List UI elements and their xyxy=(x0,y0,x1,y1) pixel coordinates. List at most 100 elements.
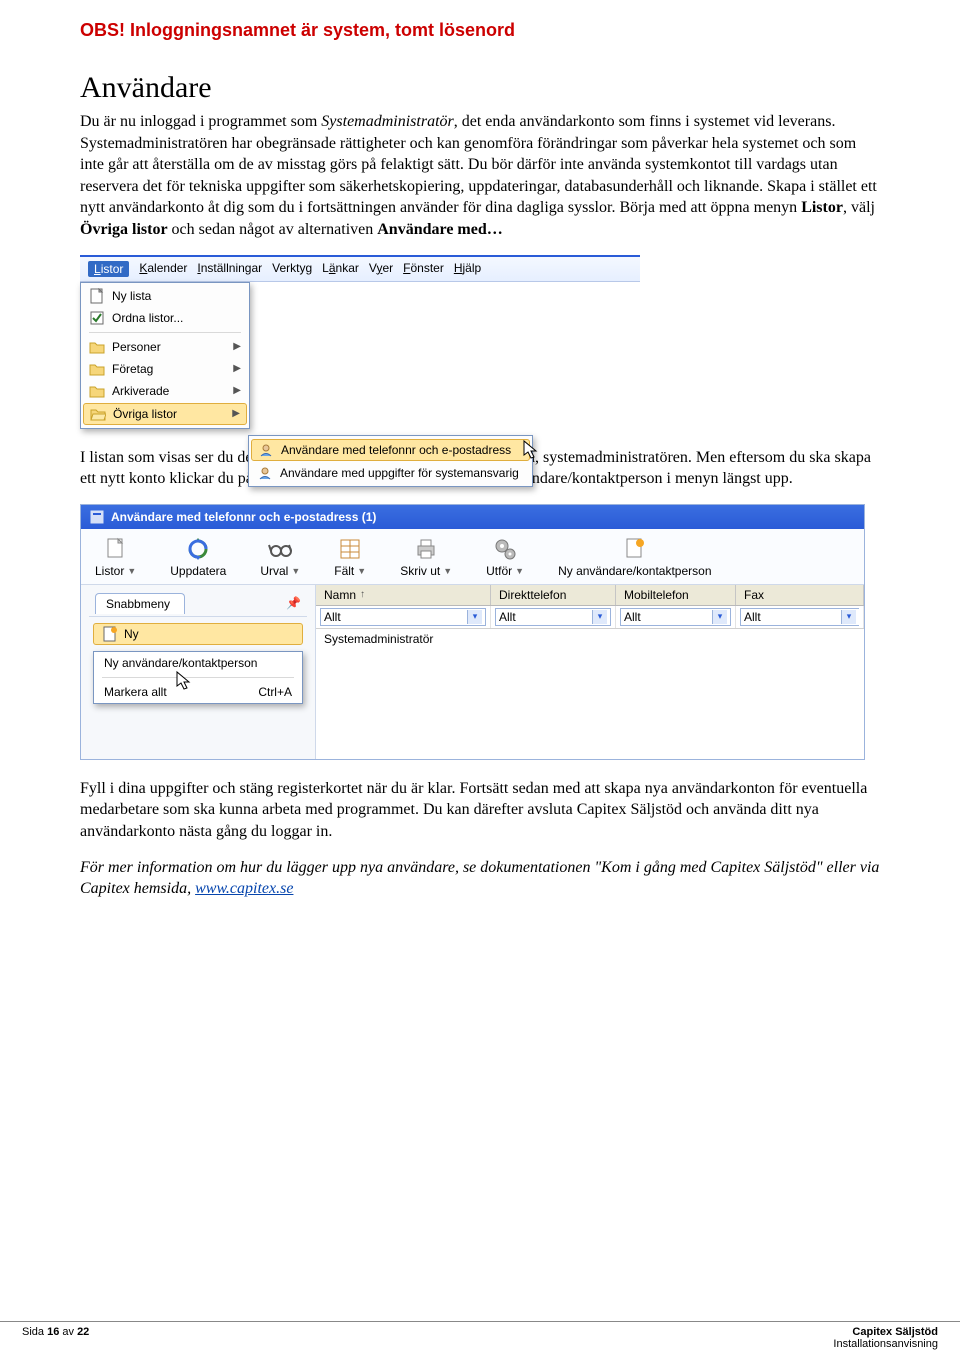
col-mobiltelefon[interactable]: Mobiltelefon xyxy=(616,585,736,605)
col-namn[interactable]: Namn↑ xyxy=(316,585,491,605)
user-icon xyxy=(257,465,273,481)
table-row[interactable]: Systemadministratör xyxy=(316,629,864,649)
chevron-down-icon: ▾ xyxy=(841,610,856,624)
titlebar: Användare med telefonnr och e-postadress… xyxy=(81,505,864,529)
chevron-down-icon: ▾ xyxy=(712,610,727,624)
menu-kalender[interactable]: Kalender xyxy=(139,261,187,277)
refresh-icon xyxy=(186,537,210,561)
page-number: Sida 16 av 22 xyxy=(22,1326,89,1350)
sort-asc-icon: ↑ xyxy=(360,589,365,600)
filter-mobiltelefon[interactable]: Allt ▾ xyxy=(620,608,731,626)
tab-snabbmeny[interactable]: Snabbmeny xyxy=(95,593,185,614)
menuitem-ny-lista[interactable]: Ny lista xyxy=(81,285,249,307)
text: Du är nu inloggad i programmet som xyxy=(80,113,321,130)
submenu-ovriga: Användare med telefonnr och e-postadress… xyxy=(248,435,533,487)
sidebar-item-ny[interactable]: Ny xyxy=(93,623,303,645)
alert-heading: OBS! Inloggningsnamnet är system, tomt l… xyxy=(80,20,880,41)
page-icon xyxy=(104,537,128,561)
label: Listor xyxy=(95,564,124,578)
menuitem-arkiverade[interactable]: Arkiverade ▶ xyxy=(81,380,249,402)
menubar: Listor Kalender Inställningar Verktyg Lä… xyxy=(80,257,640,282)
paragraph-3: Fyll i dina uppgifter och stäng register… xyxy=(80,778,880,843)
screenshot-list-window: Användare med telefonnr och e-postadress… xyxy=(80,504,865,760)
folder-icon xyxy=(89,361,105,377)
toolbar-urval[interactable]: Urval▼ xyxy=(260,537,300,578)
col-fax[interactable]: Fax xyxy=(736,585,864,605)
chevron-down-icon: ▾ xyxy=(592,610,607,624)
menu-lankar[interactable]: Länkar xyxy=(322,261,359,277)
menu-vyer[interactable]: Vyer xyxy=(369,261,393,277)
context-menu: Ny användare/kontaktperson Markera allt … xyxy=(93,651,303,704)
menu-hjalp[interactable]: Hjälp xyxy=(454,261,481,277)
grid-header: Namn↑ Direkttelefon Mobiltelefon Fax xyxy=(316,585,864,606)
text: och sedan något av alternativen xyxy=(168,221,378,238)
gears-icon xyxy=(493,537,517,561)
text: , välj xyxy=(843,199,875,216)
toolbar-ny-anvandare[interactable]: Ny användare/kontaktperson xyxy=(558,537,711,578)
label: Användare med telefonnr och e-postadress xyxy=(281,443,511,457)
value: Allt xyxy=(499,610,516,624)
col-direkttelefon[interactable]: Direkttelefon xyxy=(491,585,616,605)
glasses-icon xyxy=(268,537,292,561)
page-icon xyxy=(89,288,105,304)
filter-direkttelefon[interactable]: Allt ▾ xyxy=(495,608,611,626)
dropdown-listor: Ny lista Ordna listor... Personer ▶ Före… xyxy=(80,282,250,429)
printer-icon xyxy=(414,537,438,561)
menuitem-personer[interactable]: Personer ▶ xyxy=(81,336,249,358)
grid-pane: Namn↑ Direkttelefon Mobiltelefon Fax All… xyxy=(316,585,864,759)
menuitem-foretag[interactable]: Företag ▶ xyxy=(81,358,249,380)
label: Ny lista xyxy=(112,289,151,303)
filter-namn[interactable]: Allt▾ xyxy=(320,608,486,626)
left-pane: Snabbmeny 📌 Ny Ny användare/kontaktperso… xyxy=(81,585,316,759)
new-page-icon xyxy=(623,537,647,561)
pin-icon[interactable]: 📌 xyxy=(286,596,307,610)
chevron-right-icon: ▶ xyxy=(233,385,241,396)
toolbar-falt[interactable]: Fält▼ xyxy=(334,537,366,578)
menu-verktyg[interactable]: Verktyg xyxy=(272,261,312,277)
footer-title: Capitex Säljstöd Installationsanvisning xyxy=(833,1326,938,1350)
menu-fonster[interactable]: Fönster xyxy=(403,261,444,277)
toolbar-utfor[interactable]: Utför▼ xyxy=(486,537,524,578)
link-capitex[interactable]: www.capitex.se xyxy=(195,880,293,897)
folder-open-icon xyxy=(90,406,106,422)
toolbar-skriv-ut[interactable]: Skriv ut▼ xyxy=(400,537,452,578)
menuitem-ovriga-listor[interactable]: Övriga listor ▶ xyxy=(83,403,247,425)
cell-namn: Systemadministratör xyxy=(324,632,499,646)
screenshot-menu: Listor Kalender Inställningar Verktyg Lä… xyxy=(80,255,640,429)
ctx-ny-anvandare[interactable]: Ny användare/kontaktperson xyxy=(94,652,302,674)
toolbar: Listor▼ Uppdatera Urval▼ Fält▼ Skriv ut▼… xyxy=(81,529,864,585)
folder-icon xyxy=(89,339,105,355)
toolbar-uppdatera[interactable]: Uppdatera xyxy=(170,537,226,578)
label: Ny användare/kontaktperson xyxy=(558,564,711,578)
menuitem-ordna-listor[interactable]: Ordna listor... xyxy=(81,307,249,329)
paragraph-1: Du är nu inloggad i programmet som Syste… xyxy=(80,111,880,241)
separator xyxy=(102,677,294,678)
paragraph-4: För mer information om hur du lägger upp… xyxy=(80,857,880,900)
submenu-item-anvandare-system[interactable]: Användare med uppgifter för systemansvar… xyxy=(249,462,532,484)
value: Allt xyxy=(624,610,641,624)
text-bold: Övriga listor xyxy=(80,221,168,238)
value: Allt xyxy=(744,610,761,624)
filter-row: Allt▾ Allt▾ Allt▾ Allt▾ xyxy=(316,606,864,629)
text-bold: Användare med… xyxy=(377,221,503,238)
label: Övriga listor xyxy=(113,407,177,421)
label: Urval xyxy=(260,564,288,578)
text-bold: Listor xyxy=(801,199,843,216)
label: Personer xyxy=(112,340,161,354)
folder-icon xyxy=(89,383,105,399)
label: Uppdatera xyxy=(170,564,226,578)
window-title: Användare med telefonnr och e-postadress… xyxy=(111,510,376,524)
menu-installningar[interactable]: Inställningar xyxy=(197,261,262,277)
new-page-icon xyxy=(102,626,118,642)
list-check-icon xyxy=(89,310,105,326)
label: Ny xyxy=(124,627,139,641)
submenu-item-anvandare-telefon[interactable]: Användare med telefonnr och e-postadress xyxy=(251,439,530,461)
toolbar-listor[interactable]: Listor▼ xyxy=(95,537,136,578)
label: Företag xyxy=(112,362,153,376)
chevron-right-icon: ▶ xyxy=(233,363,241,374)
filter-fax[interactable]: Allt ▾ xyxy=(740,608,859,626)
label: Arkiverade xyxy=(112,384,169,398)
menu-listor[interactable]: Listor xyxy=(88,261,129,277)
ctx-markera-allt[interactable]: Markera allt Ctrl+A xyxy=(94,681,302,703)
section-heading: Användare xyxy=(80,71,880,105)
